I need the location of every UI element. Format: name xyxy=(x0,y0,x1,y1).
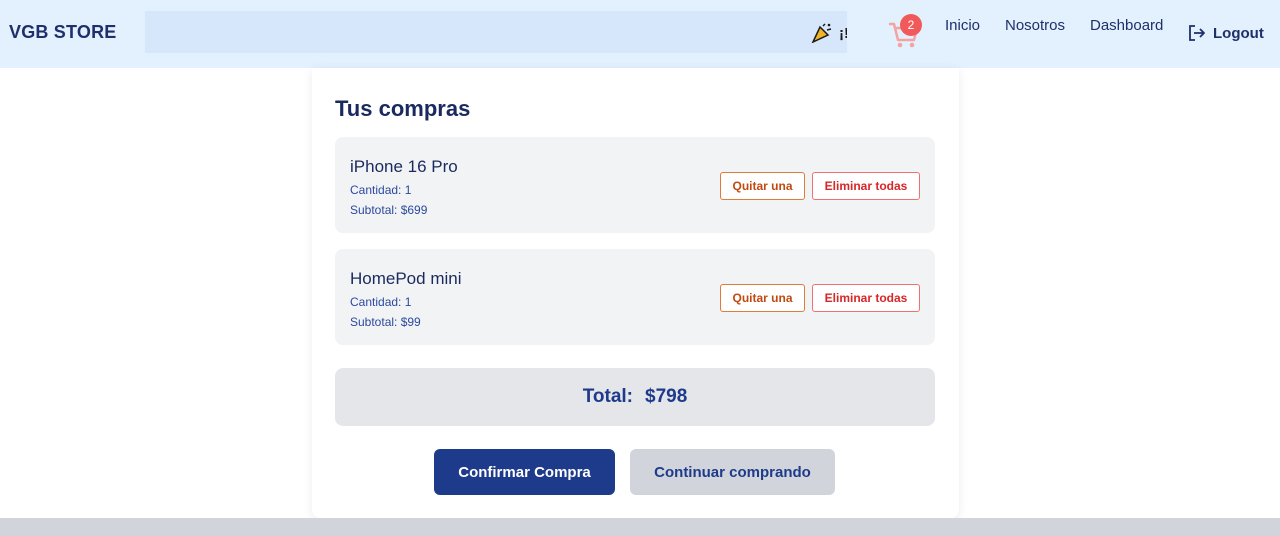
item-subtotal: Subtotal: $699 xyxy=(350,203,428,217)
remove-one-button[interactable]: Quitar una xyxy=(720,284,805,312)
navbar: VGB STORE ¡! 2 Inicio Nosotros Dashboard… xyxy=(0,0,1280,68)
cart-item: iPhone 16 Pro Cantidad: 1 Subtotal: $699… xyxy=(335,137,935,233)
promo-marquee: ¡! xyxy=(145,11,847,53)
logout-button[interactable]: Logout xyxy=(1187,22,1264,44)
total-summary: Total: $798 xyxy=(335,368,935,426)
item-quantity: Cantidad: 1 xyxy=(350,295,412,309)
item-name: HomePod mini xyxy=(350,269,462,288)
nav-link-dashboard[interactable]: Dashboard xyxy=(1090,17,1163,34)
confirm-purchase-button[interactable]: Confirmar Compra xyxy=(434,449,615,495)
continue-shopping-button[interactable]: Continuar comprando xyxy=(630,449,835,495)
remove-all-button[interactable]: Eliminar todas xyxy=(812,284,920,312)
cart-count-badge: 2 xyxy=(900,14,922,36)
item-subtotal: Subtotal: $99 xyxy=(350,315,421,329)
remove-one-button[interactable]: Quitar una xyxy=(720,172,805,200)
item-quantity: Cantidad: 1 xyxy=(350,183,412,197)
brand-logo[interactable]: VGB STORE xyxy=(9,22,117,43)
remove-all-button[interactable]: Eliminar todas xyxy=(812,172,920,200)
cart-item: HomePod mini Cantidad: 1 Subtotal: $99 Q… xyxy=(335,249,935,345)
cart-card: Tus compras iPhone 16 Pro Cantidad: 1 Su… xyxy=(312,68,959,519)
total-label: Total: xyxy=(582,386,634,407)
nav-link-nosotros[interactable]: Nosotros xyxy=(1005,17,1065,34)
marquee-text: ¡! xyxy=(839,25,847,42)
page-title: Tus compras xyxy=(335,96,471,121)
item-name: iPhone 16 Pro xyxy=(350,157,458,176)
total-value: $798 xyxy=(645,386,688,407)
party-popper-icon xyxy=(811,23,832,43)
footer-bar xyxy=(0,518,1280,536)
nav-link-inicio[interactable]: Inicio xyxy=(945,17,980,34)
logout-label: Logout xyxy=(1213,24,1264,42)
logout-icon xyxy=(1189,25,1205,41)
